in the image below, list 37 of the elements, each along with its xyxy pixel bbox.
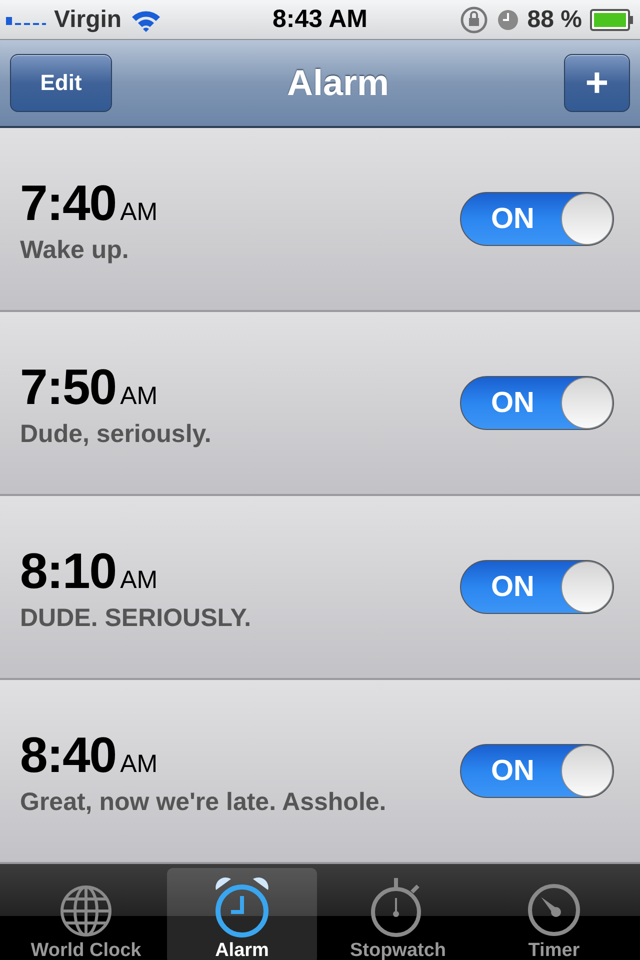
alarm-period: AM [120,382,158,410]
alarm-time: 7:40 [20,174,116,232]
alarm-clock-icon [213,876,271,938]
alarm-period: AM [120,198,158,226]
rotation-lock-icon [459,4,490,34]
alarm-time: 8:10 [20,542,116,600]
tab-bar-item[interactable]: Stopwatch [323,868,473,960]
alarm-label: DUDE. SERIOUSLY. [20,604,252,632]
alarm-time: 8:40 [20,726,116,784]
alarm-row[interactable]: 7:50AM Dude, seriously. ON [0,312,640,496]
alarm-period: AM [120,566,158,594]
alarm-label: Wake up. [20,236,130,264]
edit-button[interactable]: Edit [10,54,112,112]
carrier-name: Virgin [54,6,122,34]
tab-bar-item[interactable]: Alarm [167,868,317,960]
alarm-row[interactable]: 8:10AM DUDE. SERIOUSLY. ON [0,496,640,680]
timer-icon [526,882,582,938]
alarm-row[interactable]: 7:40AM Wake up. ON [0,128,640,312]
globe-icon [59,884,113,938]
alarm-row[interactable]: 8:40AM Great, now we're late. Asshole. ON [0,680,640,864]
toggle-switch[interactable]: ON [460,560,614,614]
alarm-label: Dude, seriously. [20,420,212,448]
toggle-switch[interactable]: ON [460,192,614,246]
tab-bar-item[interactable]: World Clock [11,868,161,960]
alarm-label: Great, now we're late. Asshole. [20,788,386,816]
alarm-time: 7:50 [20,358,116,416]
toggle-switch[interactable]: ON [460,744,614,798]
tab-bar-item[interactable]: Timer [479,868,629,960]
battery-percentage: 88 % [527,6,582,34]
signal-icon [6,14,46,24]
screen-title: Alarm [286,62,390,104]
toggle-switch[interactable]: ON [460,376,614,430]
alarm-period: AM [120,750,158,778]
battery-icon [590,8,634,30]
clock-time: 8:43 AM [272,5,368,34]
alarm-clock-icon [497,8,520,30]
add-button[interactable]: + [564,54,630,112]
